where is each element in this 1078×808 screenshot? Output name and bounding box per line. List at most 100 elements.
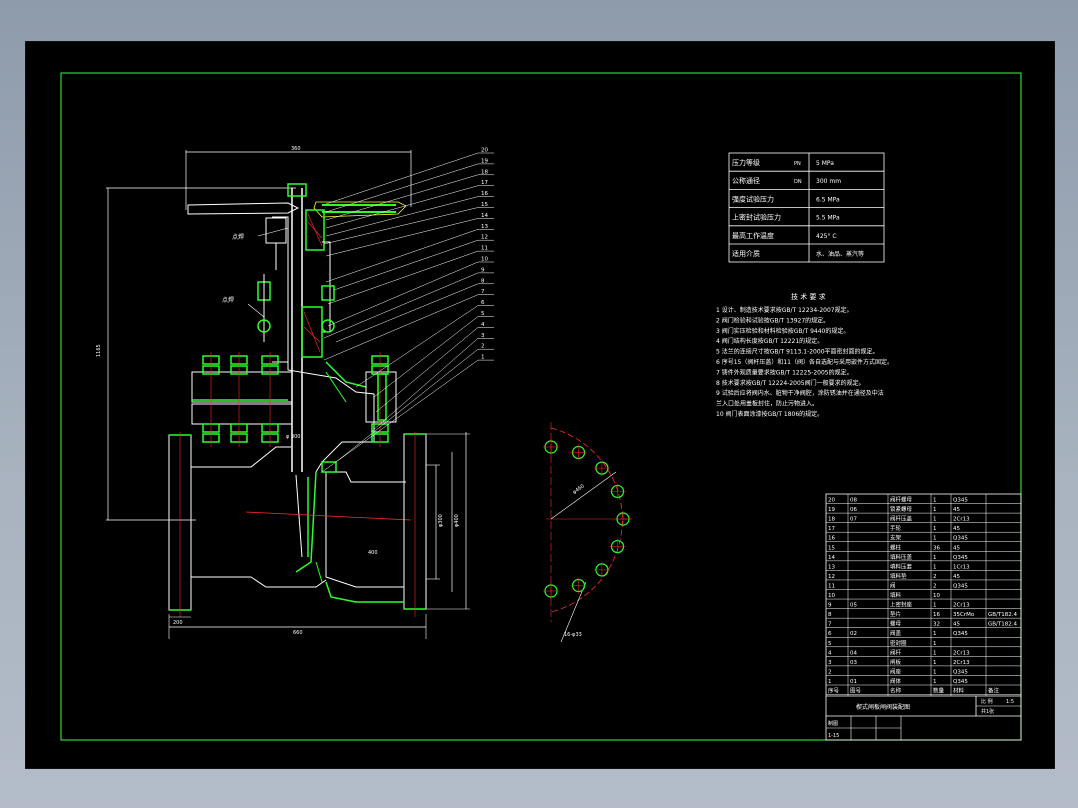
bom-cell: 阀杆压盖 [890,515,913,523]
bom-cell: 15 [828,545,835,551]
svg-text:φ460: φ460 [572,483,586,495]
bom-cell: 08 [850,498,857,504]
tech-item: 7 铸件外观质量要求按GB/T 12225-2005的规定。 [716,368,853,376]
dim-body-length: 660 [293,630,303,636]
bom-cell: 45 [953,574,960,580]
bom-cell: 2Cr13 [953,660,970,666]
part-number-label: 13 [481,224,488,230]
bom-table: 20 08 阀杆螺母 1 Q34519 06 锁紧螺母 1 4518 07 阀杆压盖 1 2Cr1317… [825,493,1022,741]
bom-cell: 1 [933,603,937,609]
spec-code: PN [794,161,801,167]
bom-cell: Q345 [953,555,968,561]
part-number-label: 10 [481,257,488,263]
bom-cell: 36 [933,545,940,551]
drawn-label: 制图 [828,720,838,727]
bom-cell: 1Cr13 [953,564,970,570]
bom-cell: 11 [828,583,835,589]
bom-cell: 阀盖 [890,629,902,637]
bom-cell: 35CrMo [953,612,975,618]
checked-label: 1-15 [828,733,839,739]
bom-cell: 1 [933,679,937,685]
bom-cell: 1 [933,641,937,647]
title-block-title: 楔式闸板闸阀装配图 [856,703,910,711]
tech-item: 6 序号15（阀杆压盖）和11（阀）各自选配与采用嵌件方式固定。 [716,358,893,366]
bom-cell: 2Cr13 [953,650,970,656]
spec-label: 压力等级 [732,158,760,167]
spec-value: 425° C [816,233,837,240]
spec-table: 压力等级 PN 5 MPa 公称通径 DN 300 mm 强度试验压力 6.5 MPa 上密封试… [728,152,885,263]
part-number-label: 8 [481,278,485,284]
bom-cell: 数量 [933,687,945,695]
callout-weld-1: 点焊 [232,233,244,241]
spec-value: 水、油品、蒸汽等 [816,250,864,258]
svg-text:φ300: φ300 [438,514,444,527]
part-number-label: 5 [481,311,485,317]
spec-label: 上密封试验压力 [732,213,781,222]
tech-item: 2 阀门检验和试验按GB/T 13927的规定。 [716,316,829,324]
tech-item: 10 阀门表面涂漆按GB/T 1806的规定。 [716,410,823,418]
bom-cell: 1 [933,517,937,523]
bom-cell: 1 [933,507,937,513]
bom-cell: 螺母 [890,620,902,628]
bom-cell: 04 [850,650,857,656]
bom-cell: 1 [933,498,937,504]
spec-label: 强度试验压力 [732,194,774,203]
bom-cell: 1 [933,526,937,532]
bom-cell: 18 [828,517,835,523]
bom-cell: 8 [828,612,832,618]
bom-cell: 阀杆 [890,648,902,656]
bom-cell: 螺柱 [890,543,902,551]
bom-cell: 45 [953,526,960,532]
bom-cell: 锁紧螺母 [890,505,913,513]
bom-cell: 19 [828,507,835,513]
bom-cell: 01 [850,679,857,685]
part-number-label: 16 [481,191,488,197]
inner-frame [60,72,1022,741]
dim-overall-height: 1165 [96,344,102,357]
scale-value: 1:5 [1006,699,1014,705]
bom-cell: 4 [828,650,832,656]
bom-cell: 上密封座 [890,601,913,609]
spec-label: 适用介质 [732,249,760,258]
bom-cell: 45 [953,507,960,513]
part-number-label: 11 [481,246,488,252]
callout-weld-2: 点焊 [222,296,234,304]
bom-cell: GB/T182.4 [988,622,1017,628]
flange-view: φ460 16-φ33 [543,422,632,643]
bom-cell: 1 [933,631,937,637]
part-number-label: 17 [481,180,488,186]
bom-cell: 序号 [828,687,840,695]
spec-label: 公称通径 [732,176,760,185]
drawing-sheet: 360 1165 φ300 φ400 660 200 点焊 点焊 φ 300 4… [25,41,1055,769]
bom-cell: 32 [933,622,940,628]
bom-cell: 阀 [890,581,896,589]
bom-cell: 阀杆螺母 [890,496,913,504]
spec-value: 5 MPa [816,160,834,167]
bom-cell: 填料压盖 [890,553,913,561]
bom-cell: 填料压套 [890,562,913,570]
bom-cell: 1 [933,660,937,666]
bom-cell: 阀体 [890,677,902,685]
sheet-label: 共1张 [981,708,994,715]
bom-cell: 材料 [953,687,965,695]
bom-cell: GB/T182.4 [988,612,1017,618]
bom-cell: 1 [933,650,937,656]
svg-text:16-φ33: 16-φ33 [564,632,582,638]
bom-cell: 10 [933,593,940,599]
bom-cell: Q345 [953,669,968,675]
bom-cell: 名称 [890,687,902,695]
part-number-label: 1 [481,355,485,361]
tech-item: 5 法兰的连接尺寸按GB/T 9113.1-2000平面密封面的规定。 [716,348,879,356]
spec-value: 300 mm [816,178,841,185]
valve-assembly: 360 1165 φ300 φ400 660 200 点焊 点焊 φ 300 4… [96,146,494,639]
bom-cell: 6 [828,631,832,637]
bom-cell: 2 [828,669,832,675]
bom-cell: 02 [850,631,857,637]
bom-cell: 闸板 [890,658,902,666]
bom-cell: 填料垫 [890,572,907,580]
tech-item: 兰入口处用盖板封住，防止污物进入。 [716,400,818,408]
spec-value: 6.5 MPa [816,196,840,203]
bom-cell: 06 [850,507,857,513]
part-number-label: 3 [481,333,485,339]
scale-label: 比 例 [981,698,993,705]
